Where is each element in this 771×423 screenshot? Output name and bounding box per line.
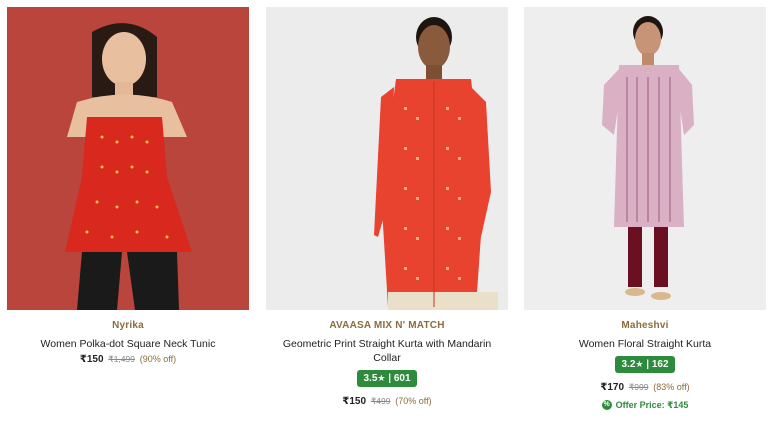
product-brand[interactable]: Nyrika	[7, 320, 249, 331]
rating-value: 3.5	[363, 373, 378, 384]
product-title[interactable]: Geometric Print Straight Kurta with Mand…	[266, 337, 508, 365]
sale-price: ₹150	[79, 354, 104, 365]
product-card[interactable]: Nyrika Women Polka-dot Square Neck Tunic…	[7, 7, 249, 365]
price-row: ₹150 ₹499 (70% off)	[266, 396, 508, 407]
product-brand[interactable]: Maheshvi	[524, 320, 766, 331]
product-photo	[524, 7, 766, 310]
product-photo	[266, 7, 508, 310]
product-card[interactable]: AVAASA MIX N' MATCH Geometric Print Stra…	[266, 7, 508, 407]
sale-price: ₹150	[342, 396, 367, 407]
product-brand[interactable]: AVAASA MIX N' MATCH	[266, 320, 508, 331]
original-price: ₹999	[628, 382, 649, 392]
price-row: ₹170 ₹999 (83% off)	[524, 382, 766, 393]
original-price: ₹499	[370, 396, 391, 406]
rating-badge: 3.2★ | 162	[615, 356, 675, 373]
product-image[interactable]	[266, 7, 508, 310]
discount-label: (83% off)	[653, 382, 690, 392]
rating-value: 3.2	[621, 359, 636, 370]
rating-count: 601	[393, 373, 411, 384]
discount-label: (90% off)	[139, 354, 177, 364]
rating-count: 162	[651, 359, 669, 370]
product-title[interactable]: Women Polka-dot Square Neck Tunic	[7, 337, 249, 351]
product-card[interactable]: Maheshvi Women Floral Straight Kurta 3.2…	[524, 7, 766, 411]
star-icon: ★	[635, 359, 644, 369]
star-icon: ★	[377, 373, 386, 383]
original-price: ₹1,499	[108, 354, 135, 364]
product-title[interactable]: Women Floral Straight Kurta	[524, 337, 766, 351]
rating-badge: 3.5★ | 601	[357, 370, 417, 387]
product-image[interactable]	[524, 7, 766, 310]
sale-price: ₹170	[600, 382, 625, 393]
offer-price: % Offer Price: ₹145	[601, 399, 689, 411]
product-photo	[7, 7, 249, 310]
product-image[interactable]	[7, 7, 249, 310]
discount-label: (70% off)	[395, 396, 432, 406]
price-row: ₹150 ₹1,499 (90% off)	[7, 354, 249, 365]
offer-price-label: Offer Price: ₹145	[615, 399, 689, 410]
offer-tag-icon: %	[601, 400, 612, 410]
